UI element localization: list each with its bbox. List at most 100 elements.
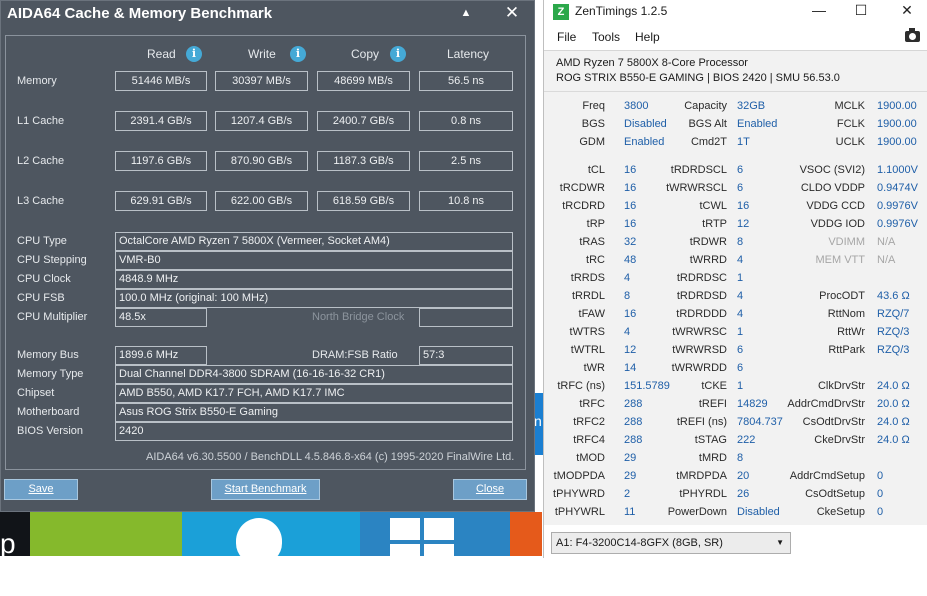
timing-label: tCKE [701,380,727,392]
timing-value: 151.5789 [624,380,670,392]
timing-label: Freq [582,100,605,112]
zentimings-titlebar[interactable]: Z ZenTimings 1.2.5 — ☐ ✕ [544,0,927,26]
timing-value: 1 [737,326,744,338]
timing-value: 6 [737,344,744,356]
timing-value: 48 [624,254,637,266]
timing-label: tRRDL [571,290,605,302]
timing-label: tWRWRSD [672,344,727,356]
timing-label: tRDRDSCL [670,164,727,176]
timing-value: Enabled [624,136,665,148]
timing-value: 1.1000V [877,164,918,176]
bench-copy-value: 1187.3 GB/s [317,151,410,171]
timing-label: BGS [581,118,605,130]
timing-label: tWR [583,362,605,374]
timing-value: 6 [737,182,744,194]
bench-latency-value: 56.5 ns [419,71,513,91]
dram-fsb-ratio-label: DRAM:FSB Ratio [312,349,398,361]
timing-value: 3800 [624,100,649,112]
bench-row-label: L3 Cache [17,195,65,207]
timing-value: 16 [624,218,637,230]
timing-value: 7804.737 [737,416,783,428]
cpu-type-value: OctalCore AMD Ryzen 7 5800X (Vermeer, So… [115,232,513,251]
minimize-icon[interactable]: — [799,0,839,22]
bench-row-label: L2 Cache [17,155,65,167]
timing-value: 24.0 Ω [877,416,910,428]
timing-value: N/A [877,254,896,266]
read-info-icon[interactable]: i [186,46,202,62]
copy-info-icon[interactable]: i [390,46,406,62]
aida64-titlebar[interactable]: AIDA64 Cache & Memory Benchmark ▲ ✕ [1,1,534,29]
timings-panel: AMD Ryzen 7 5800X 8-Core Processor ROG S… [544,50,927,525]
timing-value: 2 [624,488,631,500]
timing-value: 1T [737,136,750,148]
timing-label: ProcODT [819,290,865,302]
cpu-fsb-value: 100.0 MHz (original: 100 MHz) [115,289,513,308]
timing-label: tRTP [702,218,727,230]
cpu-stepping-label: CPU Stepping [17,254,87,266]
timing-value: 16 [737,200,750,212]
timing-label: tMRDPDA [676,470,727,482]
menu-help[interactable]: Help [635,30,660,44]
timing-value: 0.9976V [877,200,918,212]
windows-icon-pane [424,518,454,540]
memory-module-select[interactable]: A1: F4-3200C14-8GFX (8GB, SR) ▼ [551,532,791,554]
timing-value: 1900.00 [877,136,917,148]
bench-write-value: 1207.4 GB/s [215,111,308,131]
selected-module: A1: F4-3200C14-8GFX (8GB, SR) [556,537,723,549]
save-button[interactable]: Save [4,479,78,500]
timing-value: 24.0 Ω [877,380,910,392]
timing-value: 16 [624,164,637,176]
close-icon[interactable]: ✕ [497,1,527,27]
android-tile [30,512,182,556]
timing-value: 29 [624,452,637,464]
timing-label: VSOC (SVI2) [799,164,865,176]
timing-label: tMRD [698,452,727,464]
timing-value: 16 [624,308,637,320]
cpu-multiplier-label: CPU Multiplier [17,311,88,323]
bench-read-value: 2391.4 GB/s [115,111,207,131]
timing-value: 8 [737,452,744,464]
timing-label: BGS Alt [688,118,727,130]
minimize-icon[interactable]: ▲ [451,1,481,27]
start-benchmark-button[interactable]: Start Benchmark [211,479,320,500]
chevron-down-icon: ▼ [776,538,784,547]
timing-label: RttWr [837,326,865,338]
column-copy: Copy [351,47,380,61]
menu-tools[interactable]: Tools [592,30,620,44]
timing-label: tRCDWR [559,182,605,194]
memory-type-value: Dual Channel DDR4-3800 SDRAM (16-16-16-3… [115,365,513,384]
timing-value: 6 [737,362,744,374]
bench-latency-value: 2.5 ns [419,151,513,171]
write-info-icon[interactable]: i [290,46,306,62]
timing-value: 4 [737,308,744,320]
timing-value: 32 [624,236,637,248]
close-button[interactable]: Close [453,479,527,500]
bench-read-value: 1197.6 GB/s [115,151,207,171]
screenshot-camera-icon[interactable] [905,28,920,42]
timing-label: CsOdtDrvStr [802,416,865,428]
timing-label: CkeDrvStr [814,434,865,446]
timing-value: 222 [737,434,756,446]
cpu-type-label: CPU Type [17,235,67,247]
bench-copy-value: 48699 MB/s [317,71,410,91]
window-title: AIDA64 Cache & Memory Benchmark [7,5,273,22]
timing-label: FCLK [836,118,865,130]
chipset-value: AMD B550, AMD K17.7 FCH, AMD K17.7 IMC [115,384,513,403]
timing-label: tRRDS [570,272,605,284]
timing-value: 8 [624,290,631,302]
close-icon[interactable]: ✕ [887,0,927,22]
timing-value: Enabled [737,118,778,130]
timing-label: tWTRL [570,344,605,356]
timing-value: 288 [624,416,643,428]
bench-latency-value: 10.8 ns [419,191,513,211]
cpu-name: AMD Ryzen 7 5800X 8-Core Processor [556,57,748,69]
menu-file[interactable]: File [557,30,576,44]
timing-value: 0.9976V [877,218,918,230]
timing-value: 20.0 Ω [877,398,910,410]
timing-value: 4 [624,326,631,338]
timing-label: tRC [586,254,605,266]
timing-label: tRDWR [689,236,727,248]
timing-value: 8 [737,236,744,248]
aida64-window: AIDA64 Cache & Memory Benchmark ▲ ✕ Read… [0,0,535,512]
maximize-icon[interactable]: ☐ [841,0,881,22]
